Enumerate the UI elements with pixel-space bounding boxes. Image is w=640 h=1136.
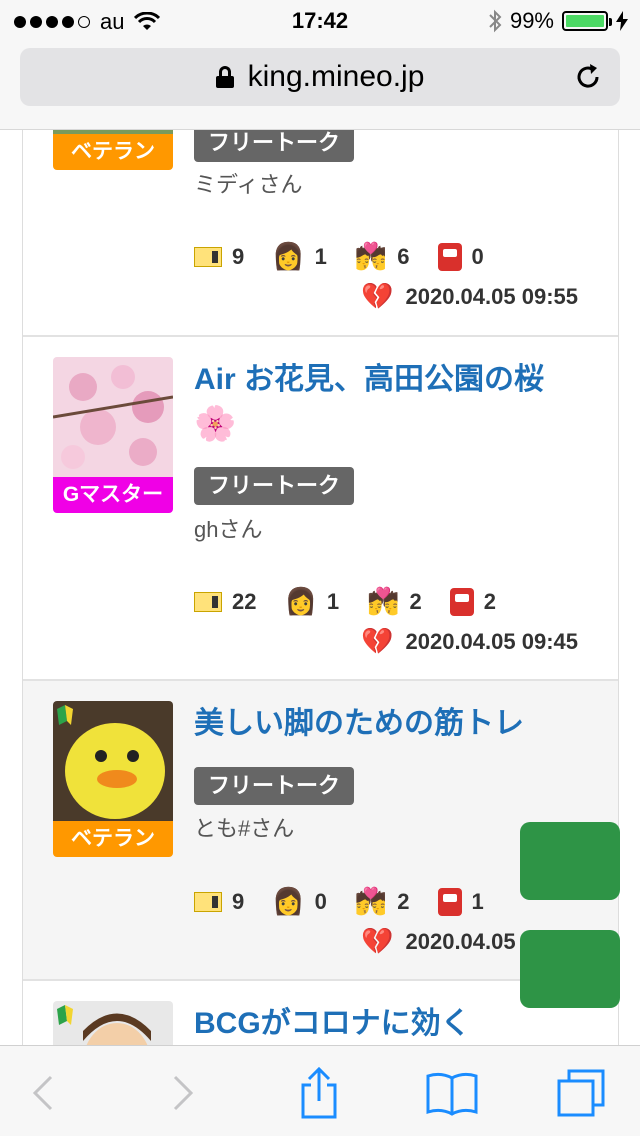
kiss-icon: 💏 [367,587,400,617]
forward-button[interactable] [158,1068,208,1118]
post-stats: 9 👩 1 💏 6 0 [194,242,512,272]
forward-icon [173,1075,194,1111]
category-tag[interactable]: フリートーク [194,130,355,162]
post-stats: 22 👩 1 💏 2 2 [194,587,524,617]
person-count: 0 [314,889,327,914]
bookmarks-icon [426,1072,478,1116]
share-icon [301,1067,337,1119]
floating-action-button-top[interactable] [520,822,620,900]
user-avatar [53,701,173,821]
address-bar[interactable]: king.mineo.jp [20,48,620,106]
bluetooth-icon [489,9,502,33]
ticket-count: 9 [232,889,245,914]
postbox-icon [437,888,462,916]
charging-icon [616,11,628,31]
kiss-icon: 💏 [354,242,388,272]
person-icon: 👩 [284,587,317,617]
browser-address-area: king.mineo.jp [0,40,640,130]
post-list: ベテラン フリートーク ミディさん 9 👩 1 💏 6 0 💔 2020.04.05… [22,130,619,1045]
bookmarks-button[interactable] [424,1068,480,1118]
browser-toolbar [0,1045,640,1136]
ticket-icon [194,892,222,912]
user-avatar [53,357,173,477]
tabs-icon [557,1069,605,1117]
post-date-line: 💔 2020.04.05 09:55 [361,282,578,312]
status-bar: au 17:42 99% [0,0,640,40]
post-title[interactable]: Air お花見、高田公園の桜 🌸 [194,357,594,449]
post-title-text: Air お花見、高田公園の桜 [194,363,545,396]
broken-heart-icon: 💔 [361,627,394,657]
battery-icon [562,11,612,31]
rank-badge: ベテラン [53,134,173,170]
back-button[interactable] [18,1068,68,1118]
cherry-blossom-icon: 🌸 [194,404,237,444]
ticket-count: 9 [232,244,245,269]
postbox-icon [449,588,474,616]
post-date: 2020.04.05 09:45 [405,629,579,654]
post-date: 2020.04.05 09:55 [405,284,579,309]
author-name[interactable]: ミディさん [194,167,302,199]
url-text: king.mineo.jp [247,60,425,93]
list-item[interactable]: ベテラン フリートーク ミディさん 9 👩 1 💏 6 0 💔 2020.04.05… [23,130,618,337]
person-count: 1 [314,244,327,269]
post-date-line: 💔 2020.04.05 09:45 [361,627,578,657]
postbox-icon [437,243,462,271]
post-title[interactable]: 美しい脚のための筋トレ [194,701,594,747]
author-name[interactable]: とも#さん [194,811,294,843]
person-count: 1 [326,589,340,614]
postbox-count: 2 [483,589,496,614]
ticket-count: 22 [232,589,257,614]
author-name[interactable]: ghさん [194,512,262,544]
rank-badge: ベテラン [53,821,173,857]
back-icon [32,1075,53,1111]
battery-percent: 99% [509,8,554,33]
category-tag[interactable]: フリートーク [194,767,355,805]
postbox-count: 0 [471,244,484,269]
broken-heart-icon: 💔 [361,282,394,312]
status-right: 99% [488,8,628,34]
lock-icon [215,66,234,88]
person-icon: 👩 [272,242,305,272]
ticket-icon [194,247,222,267]
tabs-button[interactable] [556,1068,606,1118]
kiss-icon: 💏 [354,887,388,917]
kiss-count: 2 [409,589,422,614]
user-avatar [53,1001,173,1045]
category-tag[interactable]: フリートーク [194,467,355,505]
post-stats: 9 👩 0 💏 2 1 [194,887,512,917]
kiss-count: 2 [397,889,410,914]
rank-badge: Gマスター [53,477,173,513]
floating-action-button-bottom[interactable] [520,930,620,1008]
person-icon: 👩 [272,887,305,917]
postbox-count: 1 [471,889,484,914]
share-button[interactable] [294,1067,344,1119]
reload-icon[interactable] [572,61,604,93]
ticket-icon [194,592,222,612]
kiss-count: 6 [397,244,410,269]
list-item[interactable]: Gマスター Air お花見、高田公園の桜 🌸 フリートーク ghさん 22 👩 1… [23,337,618,681]
broken-heart-icon: 💔 [361,927,394,957]
